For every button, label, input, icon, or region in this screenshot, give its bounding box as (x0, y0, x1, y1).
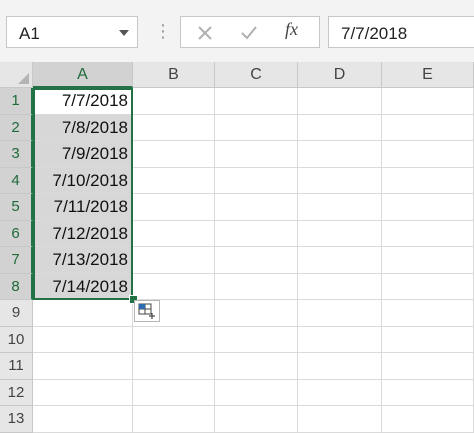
select-all-triangle-icon (18, 73, 29, 84)
cell-e10[interactable] (382, 326, 474, 353)
formula-value: 7/7/2018 (341, 24, 408, 43)
cell-b4[interactable] (133, 167, 215, 194)
column-header-a[interactable]: A (33, 62, 133, 88)
cell-e3[interactable] (382, 141, 474, 168)
cell-d11[interactable] (298, 353, 382, 380)
cell-e7[interactable] (382, 247, 474, 274)
cell-d7[interactable] (298, 247, 382, 274)
cell-c8[interactable] (215, 273, 298, 300)
cell-c3[interactable] (215, 141, 298, 168)
row-header-10[interactable]: 10 (0, 326, 33, 353)
cell-c10[interactable] (215, 326, 298, 353)
cell-b6[interactable] (133, 220, 215, 247)
formula-bar-buttons: fx (180, 16, 320, 48)
auto-fill-options-icon (138, 303, 155, 319)
cell-d2[interactable] (298, 114, 382, 141)
cell-e9[interactable] (382, 300, 474, 327)
cell-e6[interactable] (382, 220, 474, 247)
cell-c2[interactable] (215, 114, 298, 141)
column-header-b[interactable]: B (133, 62, 215, 88)
row-header-12[interactable]: 12 (0, 379, 33, 406)
row-header-4[interactable]: 4 (0, 167, 33, 194)
cell-c9[interactable] (215, 300, 298, 327)
check-icon[interactable] (237, 22, 261, 44)
formula-input[interactable]: 7/7/2018 (328, 16, 474, 48)
cell-e4[interactable] (382, 167, 474, 194)
column-header-d[interactable]: D (298, 62, 382, 88)
cell-b2[interactable] (133, 114, 215, 141)
row-header-3[interactable]: 3 (0, 141, 33, 168)
cell-b3[interactable] (133, 141, 215, 168)
cell-a9[interactable] (33, 300, 133, 327)
cell-a11[interactable] (33, 353, 133, 380)
cell-a2[interactable]: 7/8/2018 (33, 114, 133, 141)
cell-e2[interactable] (382, 114, 474, 141)
cell-d4[interactable] (298, 167, 382, 194)
cell-a7[interactable]: 7/13/2018 (33, 247, 133, 274)
cell-e11[interactable] (382, 353, 474, 380)
spreadsheet-grid: A B C D E 1 7/7/2018 2 7/8/2018 3 7/9/2018 4 7/10/20… (0, 62, 474, 433)
cell-b7[interactable] (133, 247, 215, 274)
cell-b1[interactable] (133, 88, 215, 115)
formula-bar-options-icon[interactable]: ⋮ (154, 20, 172, 42)
column-header-c[interactable]: C (215, 62, 298, 88)
cell-c4[interactable] (215, 167, 298, 194)
row-header-5[interactable]: 5 (0, 194, 33, 221)
name-box-value: A1 (19, 24, 40, 43)
cell-d1[interactable] (298, 88, 382, 115)
cell-c7[interactable] (215, 247, 298, 274)
cell-b10[interactable] (133, 326, 215, 353)
cell-e12[interactable] (382, 379, 474, 406)
cell-e13[interactable] (382, 406, 474, 433)
cell-d8[interactable] (298, 273, 382, 300)
cell-b5[interactable] (133, 194, 215, 221)
cell-d5[interactable] (298, 194, 382, 221)
row-header-8[interactable]: 8 (0, 273, 33, 300)
row-header-13[interactable]: 13 (0, 406, 33, 433)
row-header-2[interactable]: 2 (0, 114, 33, 141)
cell-a6[interactable]: 7/12/2018 (33, 220, 133, 247)
cell-c11[interactable] (215, 353, 298, 380)
cell-d3[interactable] (298, 141, 382, 168)
row-header-7[interactable]: 7 (0, 247, 33, 274)
column-header-e[interactable]: E (382, 62, 474, 88)
cell-e8[interactable] (382, 273, 474, 300)
cell-d10[interactable] (298, 326, 382, 353)
chevron-down-icon[interactable] (119, 30, 129, 36)
formula-bar-strip: A1 ⋮ fx 7/7/2018 (0, 0, 474, 63)
row-header-1[interactable]: 1 (0, 88, 33, 115)
cell-d6[interactable] (298, 220, 382, 247)
row-header-11[interactable]: 11 (0, 353, 33, 380)
cell-a8[interactable]: 7/14/2018 (33, 273, 133, 300)
cell-a4[interactable]: 7/10/2018 (33, 167, 133, 194)
cell-c6[interactable] (215, 220, 298, 247)
select-all-button[interactable] (0, 62, 33, 88)
x-icon[interactable] (193, 22, 217, 44)
cell-c13[interactable] (215, 406, 298, 433)
cell-a1[interactable]: 7/7/2018 (33, 88, 133, 115)
cell-b8[interactable] (133, 273, 215, 300)
cell-a12[interactable] (33, 379, 133, 406)
cell-a3[interactable]: 7/9/2018 (33, 141, 133, 168)
cell-d12[interactable] (298, 379, 382, 406)
cell-a10[interactable] (33, 326, 133, 353)
cell-c5[interactable] (215, 194, 298, 221)
auto-fill-options-button[interactable] (134, 300, 160, 322)
cell-e1[interactable] (382, 88, 474, 115)
cell-b11[interactable] (133, 353, 215, 380)
cell-c12[interactable] (215, 379, 298, 406)
cell-e5[interactable] (382, 194, 474, 221)
cell-b12[interactable] (133, 379, 215, 406)
row-header-6[interactable]: 6 (0, 220, 33, 247)
cell-a13[interactable] (33, 406, 133, 433)
cell-d13[interactable] (298, 406, 382, 433)
row-header-9[interactable]: 9 (0, 300, 33, 327)
cell-b13[interactable] (133, 406, 215, 433)
name-box[interactable]: A1 (6, 16, 138, 48)
cell-c1[interactable] (215, 88, 298, 115)
cell-a5[interactable]: 7/11/2018 (33, 194, 133, 221)
cell-d9[interactable] (298, 300, 382, 327)
insert-function-button[interactable]: fx (285, 19, 298, 40)
